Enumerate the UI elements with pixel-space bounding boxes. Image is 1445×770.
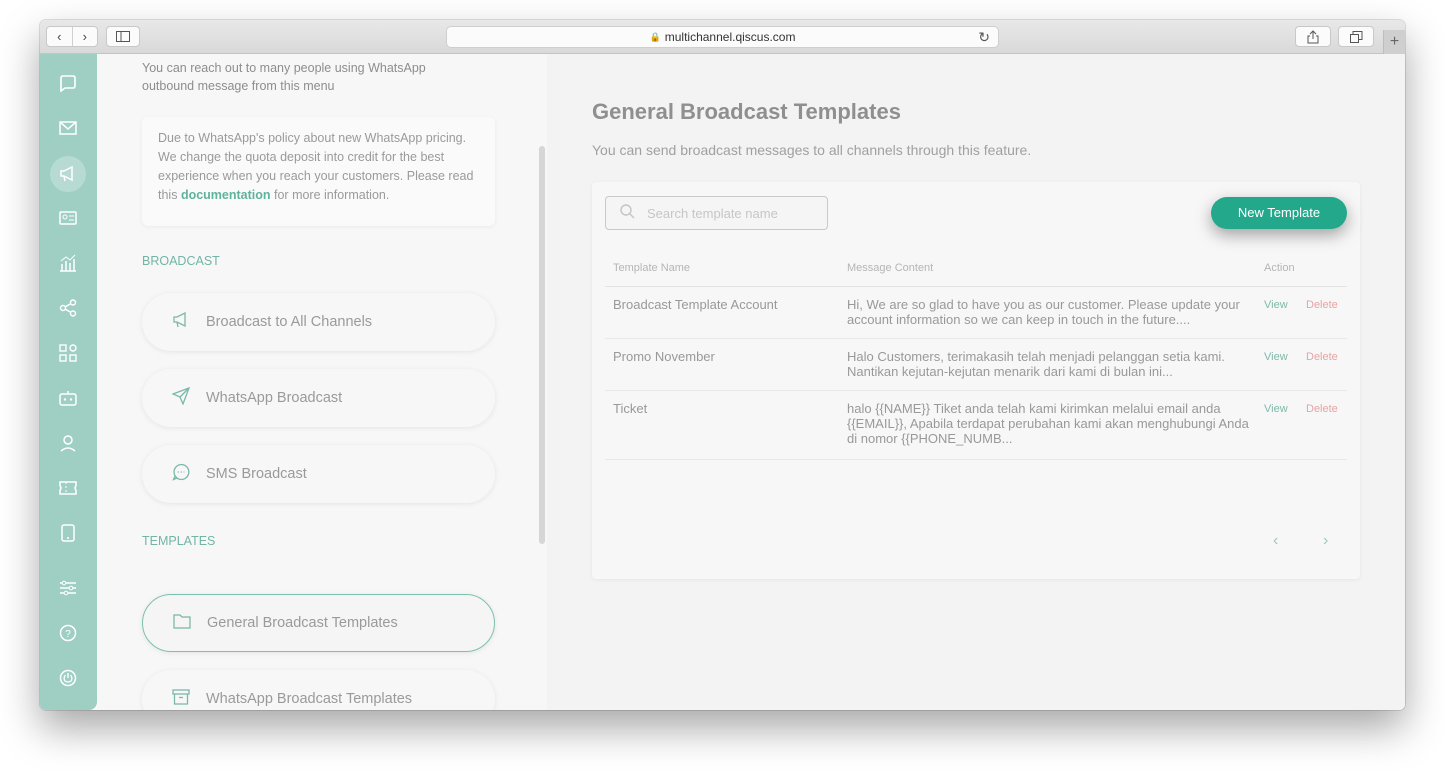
back-icon[interactable]: ‹ <box>47 27 73 46</box>
delete-link[interactable]: Delete <box>1306 351 1338 363</box>
menu-whatsapp-broadcast-templates[interactable]: WhatsApp Broadcast Templates <box>142 670 495 710</box>
table-row: Promo November Halo Customers, terimakas… <box>605 339 1347 391</box>
url-text: multichannel.qiscus.com <box>664 30 796 44</box>
menu-sms-broadcast[interactable]: SMS Broadcast <box>142 445 495 503</box>
pricing-notice: Due to WhatsApp's policy about new Whats… <box>142 117 495 226</box>
table-row: Broadcast Template Account Hi, We are so… <box>605 287 1347 339</box>
view-link[interactable]: View <box>1264 299 1288 311</box>
tabs-overview-icon[interactable] <box>1338 26 1374 47</box>
chevron-right-icon[interactable]: › <box>1323 532 1328 550</box>
menu-label: WhatsApp Broadcast <box>206 390 343 406</box>
documentation-link[interactable]: documentation <box>181 188 271 202</box>
send-icon <box>170 386 192 410</box>
browser-toolbar: ‹ › 🔒 multichannel.qiscus.com ↻ + <box>40 20 1405 54</box>
archive-icon <box>170 688 192 710</box>
message-content: halo {{NAME}} Tiket anda telah kami kiri… <box>847 401 1249 446</box>
analytics-icon[interactable] <box>49 246 87 280</box>
left-panel-scrollbar[interactable] <box>539 146 545 544</box>
page-title: General Broadcast Templates <box>592 99 901 124</box>
ticket-icon[interactable] <box>49 471 87 505</box>
search-input[interactable] <box>647 205 817 221</box>
broadcast-menu-panel: You can reach out to many people using W… <box>97 54 547 710</box>
help-icon[interactable]: ? <box>49 616 87 650</box>
template-name: Ticket <box>613 401 648 416</box>
apps-icon[interactable] <box>49 336 87 370</box>
browser-window: ‹ › 🔒 multichannel.qiscus.com ↻ + ? You … <box>40 20 1405 710</box>
new-template-button[interactable]: New Template <box>1211 197 1347 229</box>
menu-label: Broadcast to All Channels <box>206 314 373 330</box>
templates-panel: New Template Template Name Message Conte… <box>592 182 1360 579</box>
address-bar[interactable]: 🔒 multichannel.qiscus.com ↻ <box>446 26 999 48</box>
templates-section-label: TEMPLATES <box>142 534 216 548</box>
column-header: Action <box>1264 262 1295 274</box>
new-tab-icon[interactable]: + <box>1383 30 1405 54</box>
mobile-icon[interactable] <box>49 516 87 550</box>
icon-rail: ? <box>40 54 97 710</box>
app-area: ? You can reach out to many people using… <box>40 54 1405 710</box>
agent-icon[interactable] <box>49 426 87 460</box>
bot-icon[interactable] <box>49 381 87 415</box>
table-header: Template Name Message Content Action <box>605 258 1347 287</box>
search-box <box>605 196 828 230</box>
sidebar-toggle-icon[interactable] <box>106 26 140 47</box>
menu-whatsapp-broadcast[interactable]: WhatsApp Broadcast <box>142 369 495 427</box>
column-header: Message Content <box>847 262 934 274</box>
intro-text: You can reach out to many people using W… <box>142 61 426 93</box>
svg-text:?: ? <box>65 629 71 640</box>
forward-icon[interactable]: › <box>73 27 98 46</box>
contact-card-icon[interactable] <box>49 201 87 235</box>
delete-link[interactable]: Delete <box>1306 403 1338 415</box>
menu-label: General Broadcast Templates <box>207 615 398 631</box>
megaphone-icon <box>170 311 192 333</box>
delete-link[interactable]: Delete <box>1306 299 1338 311</box>
template-name: Broadcast Template Account <box>613 297 778 312</box>
menu-broadcast-all-channels[interactable]: Broadcast to All Channels <box>142 293 495 351</box>
menu-general-broadcast-templates[interactable]: General Broadcast Templates <box>142 594 495 652</box>
lock-icon: 🔒 <box>649 31 661 42</box>
settings-sliders-icon[interactable] <box>49 571 87 605</box>
nav-buttons: ‹ › <box>46 26 98 47</box>
chat-icon[interactable] <box>49 66 87 100</box>
menu-label: SMS Broadcast <box>206 466 307 482</box>
sms-bubble-icon <box>170 463 192 486</box>
reload-icon[interactable]: ↻ <box>978 29 990 46</box>
notice-text-end: for more information. <box>270 188 390 202</box>
column-header: Template Name <box>613 262 691 274</box>
message-content: Halo Customers, terimakasih telah menjad… <box>847 349 1225 379</box>
table-row: Ticket halo {{NAME}} Tiket anda telah ka… <box>605 391 1347 460</box>
power-icon[interactable] <box>49 661 87 695</box>
mail-icon[interactable] <box>49 111 87 145</box>
search-icon <box>620 204 635 222</box>
folder-icon <box>171 613 193 634</box>
main-content: General Broadcast Templates You can send… <box>547 54 1405 710</box>
view-link[interactable]: View <box>1264 351 1288 363</box>
template-name: Promo November <box>613 349 715 364</box>
broadcast-section-label: BROADCAST <box>142 254 220 268</box>
chevron-left-icon[interactable]: ‹ <box>1273 532 1278 550</box>
menu-label: WhatsApp Broadcast Templates <box>206 691 413 707</box>
message-content: Hi, We are so glad to have you as our cu… <box>847 297 1240 327</box>
broadcast-icon[interactable] <box>50 156 86 192</box>
page-subtitle: You can send broadcast messages to all c… <box>592 142 1032 158</box>
share-icon[interactable] <box>1295 26 1331 47</box>
view-link[interactable]: View <box>1264 403 1288 415</box>
integration-icon[interactable] <box>49 291 87 325</box>
